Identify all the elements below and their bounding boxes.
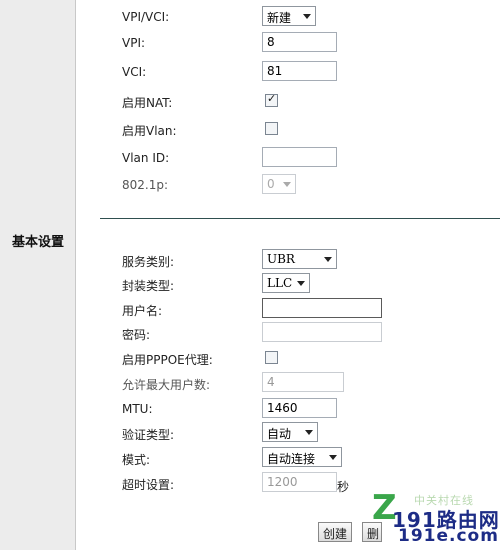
watermark-logo: 中关村在线 Z 191路由网 191e.com: [372, 488, 500, 550]
row-vci: VCI:: [76, 61, 500, 85]
row-enable-nat: 启用NAT: ✓: [76, 90, 500, 114]
enable-vlan-label: 启用Vlan:: [122, 124, 177, 138]
chevron-down-icon: [329, 455, 337, 460]
encapsulation-label: 封装类型:: [122, 279, 175, 293]
mtu-input[interactable]: [262, 398, 337, 418]
row-vpi: VPI:: [76, 32, 500, 56]
chevron-down-icon: [324, 257, 332, 262]
vpi-label: VPI:: [122, 36, 146, 50]
dot1p-select[interactable]: 0: [262, 174, 296, 194]
chevron-down-icon: [303, 14, 311, 19]
section-divider: [100, 218, 500, 219]
row-8021p: 802.1p: 0: [76, 174, 500, 198]
row-auth-type: 验证类型: 自动: [76, 422, 500, 446]
watermark-line2: 191e.com: [398, 526, 499, 546]
auth-type-select[interactable]: 自动: [262, 422, 318, 442]
password-input[interactable]: [262, 322, 382, 342]
username-input[interactable]: [262, 298, 382, 318]
mode-select[interactable]: 自动连接: [262, 447, 342, 467]
encapsulation-select-value: LLC: [267, 276, 293, 290]
timeout-label: 超时设置:: [122, 478, 175, 492]
mode-label: 模式:: [122, 453, 151, 467]
row-vlan-id: Vlan ID:: [76, 147, 500, 171]
vpi-input[interactable]: [262, 32, 337, 52]
row-username: 用户名:: [76, 298, 500, 322]
row-enable-vlan: 启用Vlan:: [76, 118, 500, 142]
auth-type-select-value: 自动: [267, 427, 292, 441]
enable-nat-checkbox[interactable]: ✓: [265, 92, 278, 107]
mode-select-value: 自动连接: [267, 452, 316, 466]
pppoe-proxy-label: 启用PPPOE代理:: [122, 353, 213, 367]
password-label: 密码:: [122, 328, 151, 342]
enable-vlan-checkbox[interactable]: [265, 122, 278, 135]
row-vpi-vci: VPI/VCI: 新建: [76, 6, 500, 30]
settings-form: VPI/VCI: 新建 VPI: VCI: 启用NAT: ✓ 启用Vlan: V…: [76, 0, 500, 550]
vlan-id-label: Vlan ID:: [122, 151, 170, 165]
dot1p-label: 802.1p:: [122, 178, 169, 192]
vpi-vci-select[interactable]: 新建: [262, 6, 316, 26]
create-button[interactable]: 创建: [318, 522, 353, 542]
row-pppoe-proxy: 启用PPPOE代理:: [76, 347, 500, 371]
checkmark-icon: ✓: [267, 92, 277, 105]
row-password: 密码:: [76, 322, 500, 346]
mtu-label: MTU:: [122, 402, 153, 416]
row-encapsulation: 封装类型: LLC: [76, 273, 500, 297]
vpi-vci-select-value: 新建: [267, 11, 292, 25]
row-mtu: MTU:: [76, 398, 500, 422]
section-title-basic-settings: 基本设置: [12, 235, 65, 250]
vlan-id-input[interactable]: [262, 147, 337, 167]
chevron-down-icon: [305, 430, 313, 435]
vci-input[interactable]: [262, 61, 337, 81]
pppoe-proxy-checkbox[interactable]: [265, 351, 278, 364]
chevron-down-icon: [297, 281, 305, 286]
left-panel: 基本设置: [0, 0, 76, 550]
max-users-label: 允许最大用户数:: [122, 378, 211, 392]
auth-type-label: 验证类型:: [122, 428, 175, 442]
dot1p-select-value: 0: [267, 177, 275, 191]
enable-nat-label: 启用NAT:: [122, 96, 173, 110]
row-max-users: 允许最大用户数:: [76, 372, 500, 396]
timeout-input[interactable]: [262, 472, 337, 492]
vpi-vci-label: VPI/VCI:: [122, 10, 170, 24]
service-type-label: 服务类别:: [122, 255, 175, 269]
service-type-select-value: UBR: [267, 252, 295, 266]
row-service-type: 服务类别: UBR: [76, 249, 500, 273]
vci-label: VCI:: [122, 65, 147, 79]
chevron-down-icon: [283, 182, 291, 187]
encapsulation-select[interactable]: LLC: [262, 273, 310, 293]
service-type-select[interactable]: UBR: [262, 249, 337, 269]
username-label: 用户名:: [122, 304, 163, 318]
row-mode: 模式: 自动连接: [76, 447, 500, 471]
max-users-input[interactable]: [262, 372, 344, 392]
timeout-unit: 秒: [337, 480, 350, 494]
